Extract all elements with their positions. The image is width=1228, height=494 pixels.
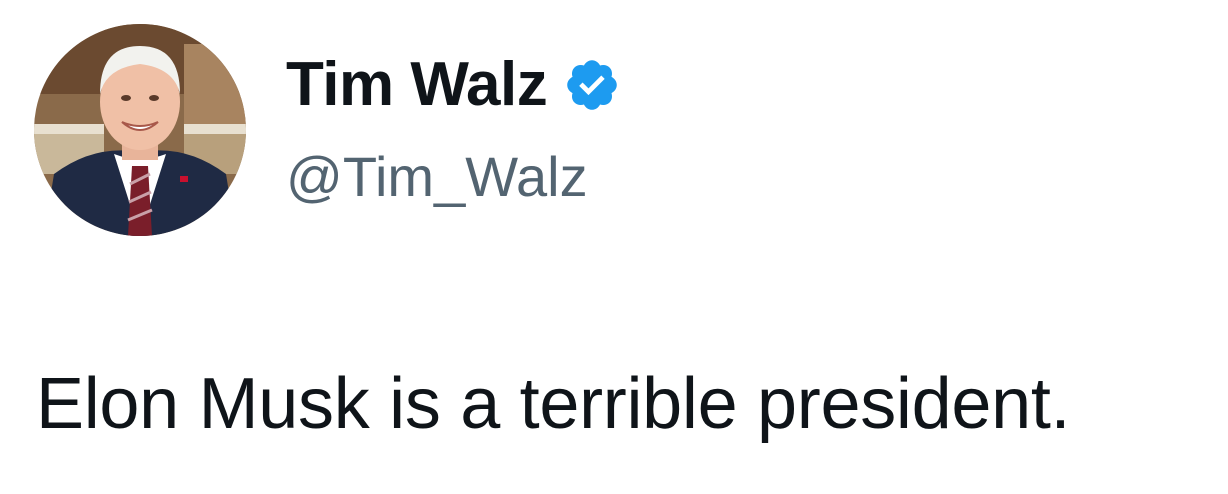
author-display-name[interactable]: Tim Walz	[286, 52, 548, 118]
author-avatar[interactable]	[34, 24, 246, 236]
tweet-body-text: Elon Musk is a terrible president.	[36, 364, 1071, 444]
author-handle[interactable]: @Tim_Walz	[286, 144, 588, 210]
author-name-row: Tim Walz	[286, 52, 621, 118]
verified-badge-icon	[567, 60, 618, 110]
tweet-card: Tim Walz @Tim_Walz Elon Musk is a terrib…	[0, 0, 1228, 494]
avatar-photo-icon	[34, 24, 246, 236]
